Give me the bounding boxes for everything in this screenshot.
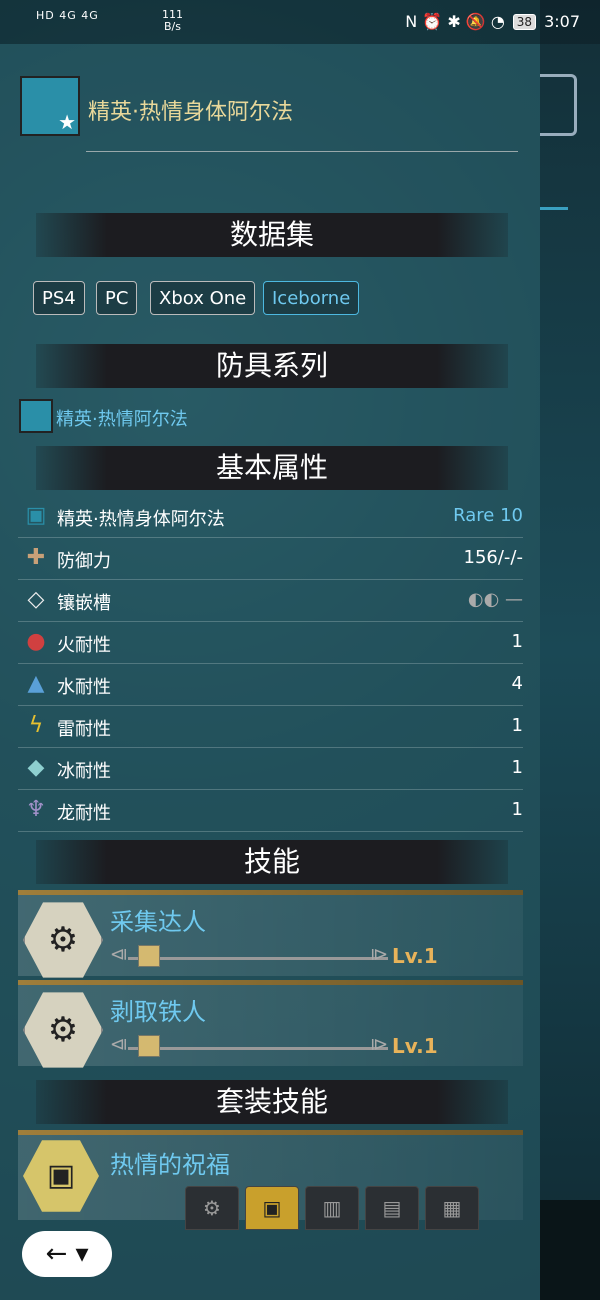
page-title: 精英·热情身体阿尔法 bbox=[88, 100, 293, 125]
attribute-label: 防御力 bbox=[57, 551, 111, 572]
attribute-row-fire: ● 火耐性 1 bbox=[18, 622, 523, 664]
section-armor-series: 防具系列 bbox=[36, 344, 508, 388]
legs-tab-icon[interactable]: ▦ bbox=[425, 1186, 479, 1230]
resistance-value: 4 bbox=[511, 673, 523, 694]
skill-badge-icon: ⚙ bbox=[23, 902, 103, 978]
attribute-label: 冰耐性 bbox=[57, 761, 111, 782]
level-slider-track[interactable] bbox=[128, 1047, 388, 1050]
attribute-label: 龙耐性 bbox=[57, 803, 111, 824]
attribute-row-armor: ▣ 精英·热情身体阿尔法 Rare 10 bbox=[18, 496, 523, 538]
level-slider-handle[interactable] bbox=[138, 1035, 160, 1057]
defense-shield-icon: ✚ bbox=[26, 545, 46, 570]
defense-value: 156/-/- bbox=[463, 547, 523, 568]
skill-name: 采集达人 bbox=[110, 908, 206, 936]
network-speed: 111 B/s bbox=[162, 9, 183, 33]
resistance-value: 1 bbox=[511, 631, 523, 652]
attribute-row-water: ▲ 水耐性 4 bbox=[18, 664, 523, 706]
status-bar: HD 4G 4G 111 B/s N ⏰ ✱ 🔕 ◔ 38 3:07 bbox=[0, 0, 600, 44]
dragon-icon: ♆ bbox=[26, 797, 46, 822]
armor-piece-tabs: ⚙ ▣ ▥ ▤ ▦ bbox=[185, 1186, 479, 1230]
armor-series-link[interactable]: 精英·热情阿尔法 bbox=[56, 405, 188, 431]
section-basic-attributes: 基本属性 bbox=[36, 446, 508, 490]
level-slider-track[interactable] bbox=[128, 957, 388, 960]
attribute-label: 镶嵌槽 bbox=[57, 593, 111, 614]
attribute-label: 水耐性 bbox=[57, 677, 111, 698]
battery-icon: 38 bbox=[512, 13, 537, 30]
attribute-row-defense: ✚ 防御力 156/-/- bbox=[18, 538, 523, 580]
attribute-row-dragon: ♆ 龙耐性 1 bbox=[18, 790, 523, 832]
section-set-skills: 套装技能 bbox=[36, 1080, 508, 1124]
skill-tab-icon[interactable]: ⚙ bbox=[185, 1186, 239, 1230]
rarity-value: Rare 10 bbox=[453, 505, 523, 526]
tag-ps4[interactable]: PS4 bbox=[33, 281, 85, 315]
thunder-icon: ϟ bbox=[28, 713, 44, 738]
network-speed-unit: B/s bbox=[164, 20, 181, 33]
tag-xbox-one[interactable]: Xbox One bbox=[150, 281, 256, 315]
background-divider bbox=[540, 207, 568, 210]
signal-indicators: HD 4G 4G bbox=[36, 9, 99, 22]
qr-code-icon[interactable] bbox=[540, 74, 577, 136]
section-skills: 技能 bbox=[36, 840, 508, 884]
level-slider-handle[interactable] bbox=[138, 945, 160, 967]
header-divider bbox=[86, 151, 518, 152]
waist-tab-icon[interactable]: ▤ bbox=[365, 1186, 419, 1230]
background-app-strip bbox=[540, 0, 600, 1300]
back-button[interactable]: ← ▾ bbox=[22, 1231, 112, 1277]
attribute-row-thunder: ϟ 雷耐性 1 bbox=[18, 706, 523, 748]
gem-slot-icon: ◇ bbox=[27, 587, 45, 612]
armor-chest-icon: ▣ bbox=[25, 503, 47, 528]
attribute-label: 火耐性 bbox=[57, 635, 111, 656]
slot-value: ◐◐ — bbox=[467, 589, 523, 610]
increase-level-icon[interactable]: ⧐ bbox=[370, 1034, 388, 1055]
skill-item[interactable]: ⚙ 剥取铁人 ⧏ ⧐ Lv.1 bbox=[18, 980, 523, 1068]
set-skill-name: 热情的祝福 bbox=[110, 1151, 230, 1179]
set-skill-badge-icon: ▣ bbox=[23, 1140, 99, 1212]
attribute-label: 雷耐性 bbox=[57, 719, 111, 740]
ice-icon: ◆ bbox=[27, 755, 45, 780]
clock: 3:07 bbox=[544, 12, 580, 31]
set-skill-accent-bar bbox=[18, 1130, 523, 1135]
skill-item[interactable]: ⚙ 采集达人 ⧏ ⧐ Lv.1 bbox=[18, 890, 523, 978]
star-icon: ★ bbox=[58, 110, 76, 134]
skill-accent-bar bbox=[18, 980, 523, 985]
skill-name: 剥取铁人 bbox=[110, 998, 206, 1026]
system-icons: N ⏰ ✱ 🔕 ◔ bbox=[405, 12, 505, 31]
increase-level-icon[interactable]: ⧐ bbox=[370, 944, 388, 965]
tag-pc[interactable]: PC bbox=[96, 281, 138, 315]
skill-level: Lv.1 bbox=[392, 944, 438, 968]
skill-accent-bar bbox=[18, 890, 523, 895]
section-dataset: 数据集 bbox=[36, 213, 508, 257]
fire-icon: ● bbox=[26, 629, 46, 654]
attribute-row-ice: ◆ 冰耐性 1 bbox=[18, 748, 523, 790]
armor-series-icon bbox=[19, 399, 53, 433]
arms-tab-icon[interactable]: ▥ bbox=[305, 1186, 359, 1230]
chest-tab-icon[interactable]: ▣ bbox=[245, 1186, 299, 1230]
decrease-level-icon[interactable]: ⧏ bbox=[110, 1034, 128, 1055]
attribute-row-slots: ◇ 镶嵌槽 ◐◐ — bbox=[18, 580, 523, 622]
water-drop-icon: ▲ bbox=[27, 671, 45, 696]
armor-chest-icon: ★ bbox=[20, 76, 80, 136]
decrease-level-icon[interactable]: ⧏ bbox=[110, 944, 128, 965]
status-icons: N ⏰ ✱ 🔕 ◔ 38 3:07 bbox=[405, 12, 580, 31]
resistance-value: 1 bbox=[511, 757, 523, 778]
skill-level: Lv.1 bbox=[392, 1034, 438, 1058]
attribute-label: 精英·热情身体阿尔法 bbox=[57, 509, 225, 530]
background-footer bbox=[540, 1200, 600, 1300]
tag-iceborne[interactable]: Iceborne bbox=[263, 281, 360, 315]
resistance-value: 1 bbox=[511, 715, 523, 736]
skill-badge-icon: ⚙ bbox=[23, 992, 103, 1068]
resistance-value: 1 bbox=[511, 799, 523, 820]
